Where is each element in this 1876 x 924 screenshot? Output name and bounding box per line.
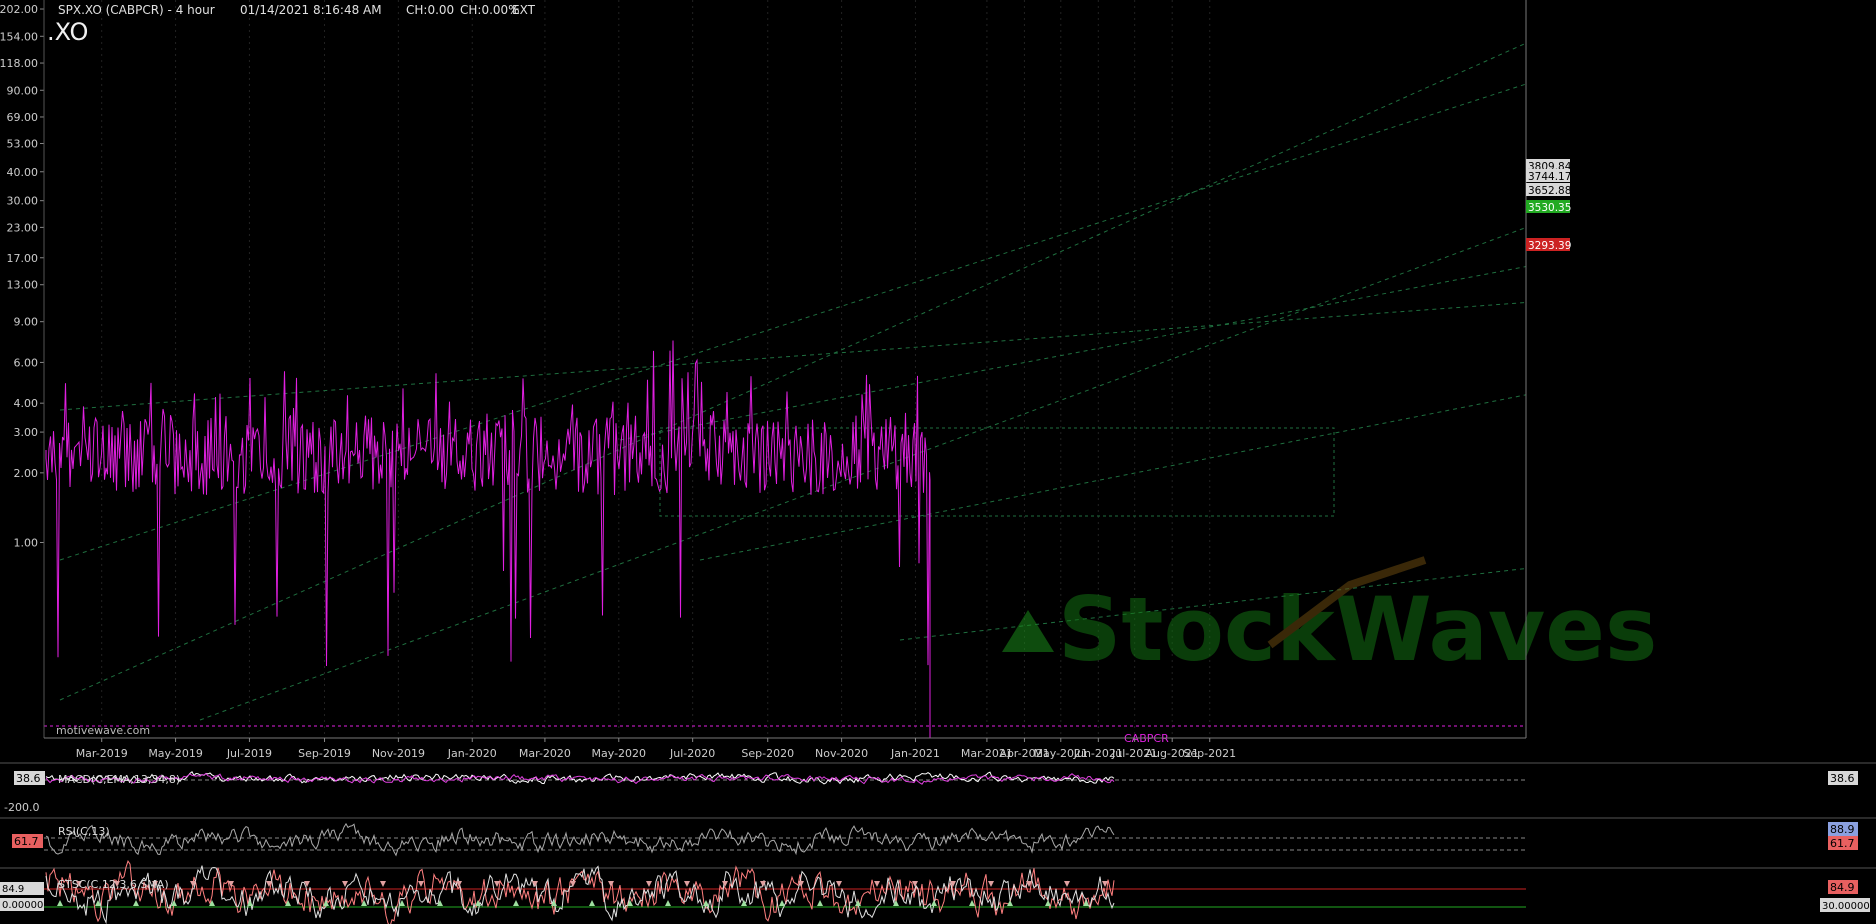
price-tag-label: 3293.39 xyxy=(1528,240,1571,252)
x-tick-label: May-2020 xyxy=(592,747,647,760)
x-tick-label: Mar-2020 xyxy=(519,747,571,760)
x-tick-label: Nov-2019 xyxy=(372,747,425,760)
chart-canvas: 261.8%(4920.36)223.6%(3905.83)200.0%(338… xyxy=(0,0,1876,924)
chart-background xyxy=(0,0,1876,924)
stockwaves-watermark: StockWaves xyxy=(1002,556,1657,681)
price-tag-label: 3744.17 xyxy=(1528,171,1571,183)
big-symbol: .XO xyxy=(47,18,88,46)
macd-value-left: 38.6 xyxy=(16,772,41,785)
macd-tick: -200.0 xyxy=(4,801,39,814)
motivewave-watermark: motivewave.com xyxy=(56,724,150,737)
left-tick-label: 9.00 xyxy=(14,316,39,329)
left-tick-label: 17.00 xyxy=(7,252,39,265)
stockwaves-logo-text: StockWaves xyxy=(1058,578,1657,681)
x-tick-label: Jul-2019 xyxy=(226,747,272,760)
header-change-pct: CH:0.00% xyxy=(460,3,520,17)
macd-label: MACD(C,EMA,13,34,8) xyxy=(58,773,180,786)
symbol-title: SPX.XO (CABPCR) - 4 hour xyxy=(58,3,215,17)
rsi-value-left: 61.7 xyxy=(14,835,39,848)
left-tick-label: 4.00 xyxy=(14,397,39,410)
left-tick-label: 53.00 xyxy=(7,137,39,150)
x-tick-label: May-2019 xyxy=(148,747,203,760)
left-tick-label: 40.00 xyxy=(7,166,39,179)
x-tick-label: Jan-2020 xyxy=(447,747,497,760)
stsc-label: STSC(C,12,3,6,SMA) xyxy=(58,878,169,891)
left-tick-label: 6.00 xyxy=(14,356,39,369)
rsi-value-right-1: 88.9 xyxy=(1830,823,1855,836)
x-tick-label: Sep-2020 xyxy=(741,747,794,760)
x-tick-label: Nov-2020 xyxy=(815,747,868,760)
left-tick-label: 202.00 xyxy=(0,3,38,16)
stsc-value-left: 84.9 xyxy=(2,884,24,895)
left-tick-label: 30.00 xyxy=(7,195,39,208)
price-tags: 3809.843744.173652.883530.353293.39 xyxy=(1526,159,1572,252)
stsc-value-right: 84.9 xyxy=(1830,881,1855,894)
x-tick-label: Mar-2019 xyxy=(76,747,128,760)
left-tick-label: 1.00 xyxy=(14,537,39,550)
x-tick-label: Jan-2021 xyxy=(890,747,940,760)
left-tick-label: 118.00 xyxy=(0,57,38,70)
header-session: EXT xyxy=(512,3,536,17)
price-tag-label: 3530.35 xyxy=(1528,202,1571,214)
header-datetime: 01/14/2021 8:16:48 AM xyxy=(240,3,382,17)
left-tick-label: 154.00 xyxy=(0,30,38,43)
x-tick-label: Sep-2021 xyxy=(1183,747,1236,760)
x-tick-label: Jul-2020 xyxy=(669,747,715,760)
x-tick-label: Sep-2019 xyxy=(298,747,351,760)
rsi-value-right-2: 61.7 xyxy=(1830,837,1855,850)
left-tick-label: 23.00 xyxy=(7,221,39,234)
price-tag-label: 3652.88 xyxy=(1528,185,1571,197)
left-tick-label: 2.00 xyxy=(14,467,39,480)
left-tick-label: 69.00 xyxy=(7,111,39,124)
header-change: CH:0.00 xyxy=(406,3,454,17)
left-tick-label: 3.00 xyxy=(14,426,39,439)
left-tick-label: 13.00 xyxy=(7,279,39,292)
stsc-value-right-2: 30.00000 xyxy=(1822,901,1870,912)
stsc-value-left-2: 0.00000 xyxy=(2,900,43,911)
macd-value-right: 38.6 xyxy=(1830,772,1855,785)
rsi-label: RSI(C,13) xyxy=(58,825,110,838)
left-tick-label: 90.00 xyxy=(7,84,39,97)
